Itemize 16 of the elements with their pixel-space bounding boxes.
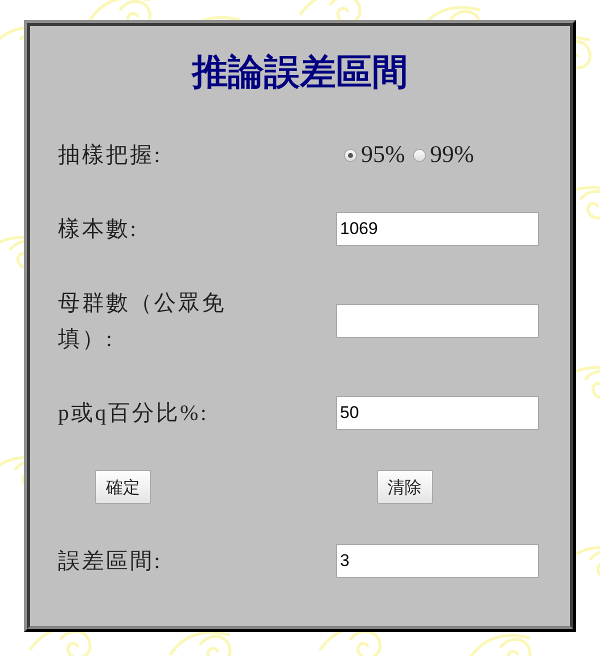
radio-button[interactable]	[413, 148, 426, 162]
radio-button[interactable]	[344, 148, 357, 162]
input-field[interactable]: 1069	[336, 212, 539, 246]
form-title: 推論誤差區間	[190, 50, 409, 94]
field-label: 樣本數:	[58, 215, 140, 243]
input-field[interactable]: 3	[336, 544, 539, 578]
input-field[interactable]: 50	[336, 396, 539, 430]
field-label: p或q百分比%:	[58, 399, 210, 427]
field-label: 誤差區間:	[58, 547, 164, 575]
form-button[interactable]: 確定	[95, 470, 151, 504]
field-label: 母群數（公眾免填）:	[58, 289, 227, 353]
field-label: 抽樣把握:	[58, 141, 164, 169]
option-label: 99%	[430, 142, 474, 168]
input-field[interactable]	[336, 304, 539, 338]
form-button[interactable]: 清除	[376, 470, 433, 504]
option-label: 95%	[361, 142, 405, 168]
